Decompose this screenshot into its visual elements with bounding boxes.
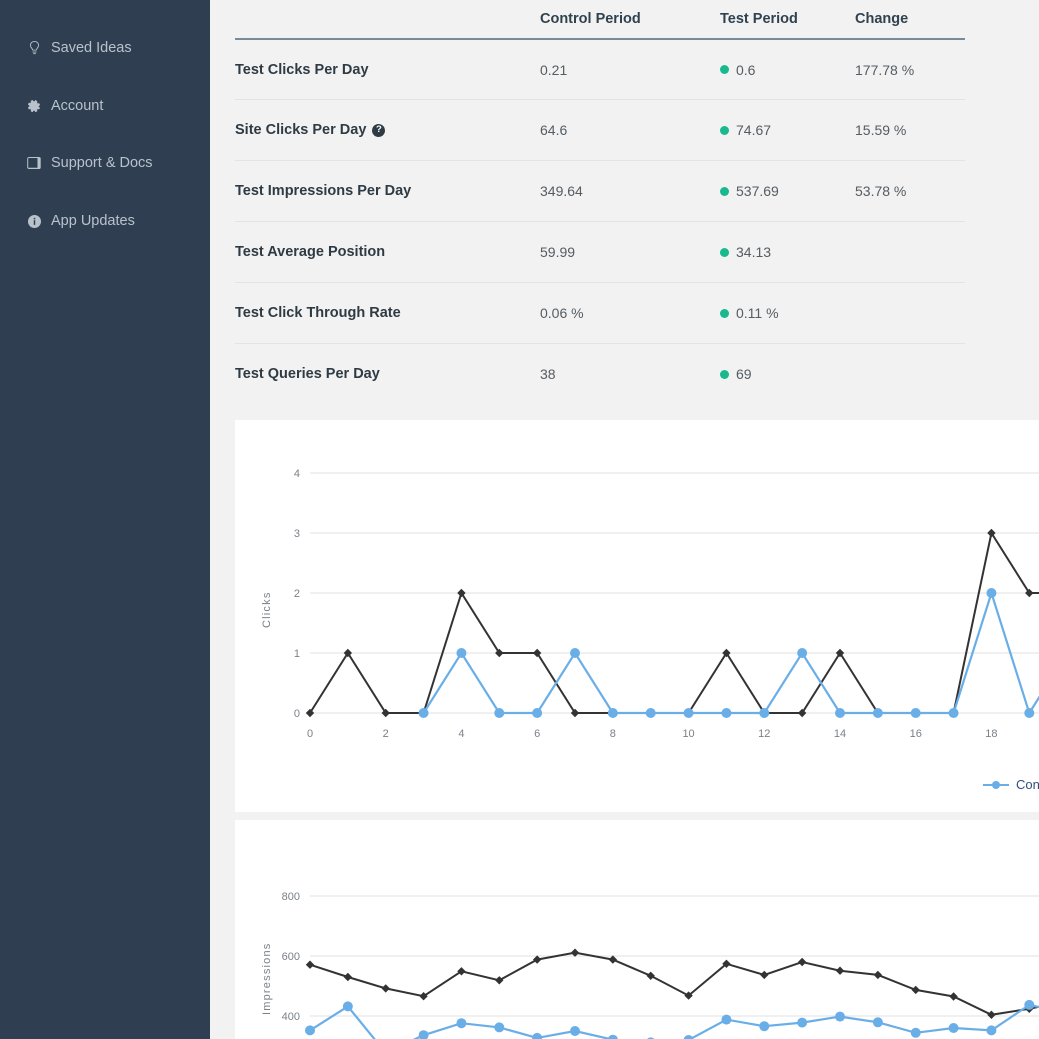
sidebar: Saved Ideas Account Support & Docs App U…	[0, 0, 210, 1039]
svg-text:4: 4	[294, 468, 300, 480]
status-dot-icon	[720, 247, 729, 257]
test-value: 74.67	[720, 122, 855, 138]
test-value-text: 74.67	[736, 122, 772, 138]
svg-text:800: 800	[282, 891, 300, 903]
metric-name: Test Click Through Rate	[235, 305, 540, 321]
chart-legend[interactable]: Contr	[983, 777, 1039, 792]
legend-line-icon	[983, 780, 1009, 789]
sidebar-item-label: Account	[51, 97, 104, 114]
test-value-text: 34.13	[736, 244, 772, 260]
sidebar-item-app-updates[interactable]: App Updates	[0, 204, 210, 238]
metric-name: Test Impressions Per Day	[235, 183, 540, 199]
sidebar-item-label: App Updates	[51, 212, 135, 229]
comparison-table: Control Period Test Period Change Test C…	[235, 0, 965, 404]
clicks-line-chart[interactable]: 012340 2 4 6 8 10 12 14 16 18	[235, 420, 1039, 812]
status-dot-icon	[720, 125, 729, 135]
change-value: 15.59 %	[855, 122, 907, 138]
lightbulb-icon	[25, 41, 43, 55]
table-row: Test Impressions Per Day 349.64 537.69 5…	[235, 160, 965, 221]
svg-text:0: 0	[294, 708, 300, 720]
metric-name: Site Clicks Per Day?	[235, 122, 540, 138]
sidebar-item-label: Saved Ideas	[51, 39, 132, 56]
change-value: 53.78 %	[855, 183, 907, 199]
status-dot-icon	[720, 369, 729, 379]
control-value: 64.6	[540, 122, 568, 138]
table-header-change: Change	[855, 11, 909, 27]
test-value: 0.11 %	[720, 305, 855, 321]
status-dot-icon	[720, 65, 729, 74]
table-row: Test Average Position 59.99 34.13	[235, 221, 965, 282]
app-root: Saved Ideas Account Support & Docs App U…	[0, 0, 1039, 1039]
sidebar-item-support-docs[interactable]: Support & Docs	[0, 146, 210, 180]
table-header-row: Control Period Test Period Change	[235, 0, 965, 38]
control-value: 38	[540, 366, 556, 382]
test-value: 537.69	[720, 183, 855, 199]
svg-text:18: 18	[985, 728, 997, 740]
svg-text:2: 2	[294, 588, 300, 600]
svg-text:3: 3	[294, 528, 300, 540]
metric-name: Test Clicks Per Day	[235, 62, 540, 78]
control-value: 59.99	[540, 244, 576, 260]
svg-text:16: 16	[910, 728, 922, 740]
table-row: Test Clicks Per Day 0.21 0.6 177.78 %	[235, 38, 965, 99]
metric-label: Test Clicks Per Day	[235, 61, 369, 78]
legend-label: Contr	[1016, 777, 1039, 792]
test-value: 69	[720, 366, 855, 382]
gear-icon	[25, 99, 43, 113]
metric-label: Test Queries Per Day	[235, 366, 380, 382]
clicks-chart-card: C Clicks 01234024681012141618 Contr	[235, 420, 1039, 812]
svg-text:4: 4	[458, 728, 464, 740]
table-header-control-period: Control Period	[540, 11, 641, 27]
table-row: Test Queries Per Day 38 69	[235, 343, 965, 404]
control-value: 0.21	[540, 61, 568, 78]
impressions-chart-card: Impr Impressions 400600800	[235, 820, 1039, 1039]
test-value: 0.6	[720, 62, 855, 78]
status-dot-icon	[720, 186, 729, 196]
impressions-line-chart[interactable]: 400 600 800	[235, 820, 1039, 1039]
test-value-text: 0.11 %	[736, 305, 779, 321]
sidebar-item-saved-ideas[interactable]: Saved Ideas	[0, 31, 210, 65]
test-value-text: 0.6	[736, 61, 756, 78]
table-header-test-period: Test Period	[720, 11, 798, 27]
test-value-text: 69	[736, 366, 752, 382]
main-content: Control Period Test Period Change Test C…	[210, 0, 1039, 1039]
svg-text:12: 12	[758, 728, 770, 740]
table-row: Test Click Through Rate 0.06 % 0.11 %	[235, 282, 965, 343]
book-icon	[25, 157, 43, 169]
metric-label: Test Impressions Per Day	[235, 183, 412, 199]
metric-name: Test Average Position	[235, 244, 540, 260]
svg-text:14: 14	[834, 728, 846, 740]
svg-text:400: 400	[282, 1011, 300, 1023]
info-icon	[25, 214, 43, 228]
test-value-text: 537.69	[736, 183, 779, 199]
svg-text:2: 2	[383, 728, 389, 740]
svg-text:6: 6	[534, 728, 540, 740]
metric-label: Site Clicks Per Day	[235, 122, 367, 138]
help-icon[interactable]: ?	[372, 123, 386, 137]
status-dot-icon	[720, 308, 729, 318]
svg-text:1: 1	[294, 648, 300, 660]
test-value: 34.13	[720, 244, 855, 260]
svg-text:600: 600	[282, 951, 300, 963]
metric-label: Test Click Through Rate	[235, 305, 401, 321]
sidebar-item-label: Support & Docs	[51, 154, 153, 171]
control-value: 349.64	[540, 183, 583, 199]
metric-label: Test Average Position	[235, 244, 386, 260]
table-row: Site Clicks Per Day? 64.6 74.67 15.59 %	[235, 99, 965, 160]
control-value: 0.06 %	[540, 305, 584, 321]
svg-text:8: 8	[610, 728, 616, 740]
svg-text:0: 0	[307, 728, 313, 740]
sidebar-item-account[interactable]: Account	[0, 89, 210, 123]
svg-text:10: 10	[682, 728, 694, 740]
change-value: 177.78 %	[855, 61, 915, 78]
metric-name: Test Queries Per Day	[235, 366, 540, 382]
